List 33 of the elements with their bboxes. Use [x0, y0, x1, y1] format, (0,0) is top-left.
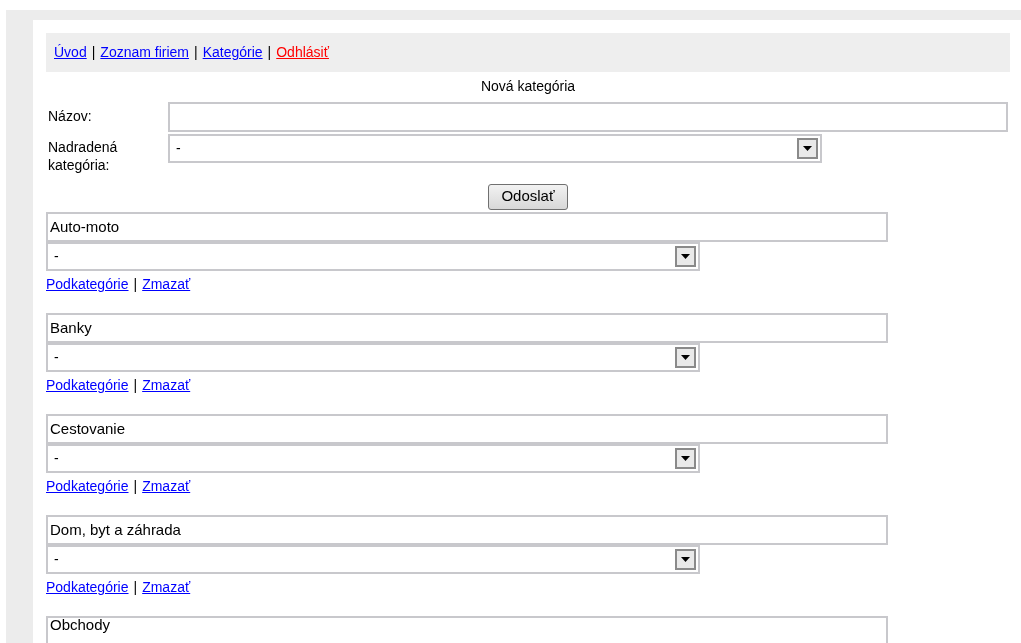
category-name-field[interactable]: Auto-moto: [46, 212, 888, 242]
parent-category-select[interactable]: -: [46, 444, 700, 473]
category-name-field[interactable]: Dom, byt a záhrada: [46, 515, 888, 545]
separator: |: [133, 577, 138, 597]
category-name-field[interactable]: Banky: [46, 313, 888, 343]
separator: |: [194, 43, 198, 62]
field-label: Nadradená kategória:: [47, 138, 119, 174]
parent-category-select[interactable]: -: [46, 242, 700, 271]
field-label: Názov:: [47, 107, 93, 126]
delete-link[interactable]: Zmazať: [142, 475, 191, 497]
separator: |: [133, 274, 138, 294]
separator: |: [91, 43, 96, 62]
nav-link[interactable]: Kategórie: [202, 42, 263, 63]
nav-link[interactable]: Úvod: [54, 42, 87, 63]
nav-link[interactable]: Zoznam firiem: [100, 42, 189, 63]
delete-link[interactable]: Zmazať: [142, 273, 191, 295]
separator: |: [267, 43, 272, 62]
category-name-field[interactable]: Obchody: [46, 616, 888, 643]
separator: |: [133, 476, 138, 496]
delete-link[interactable]: Zmazať: [142, 374, 191, 396]
name-field[interactable]: [168, 101, 1008, 132]
parent-category-select[interactable]: -: [168, 134, 822, 163]
subcategories-link[interactable]: Podkategórie: [46, 576, 129, 598]
subcategories-link[interactable]: Podkategórie: [46, 273, 129, 295]
delete-link[interactable]: Zmazať: [142, 576, 191, 598]
parent-category-select[interactable]: -: [46, 545, 700, 574]
form-title: Nová kategória: [480, 76, 576, 96]
subcategories-link[interactable]: Podkategórie: [46, 475, 129, 497]
subcategories-link[interactable]: Podkategórie: [46, 374, 129, 396]
submit-button[interactable]: Odoslať: [488, 183, 568, 210]
category-name-field[interactable]: Cestovanie: [46, 414, 888, 444]
separator: |: [133, 375, 138, 395]
parent-category-select[interactable]: -: [46, 343, 700, 372]
